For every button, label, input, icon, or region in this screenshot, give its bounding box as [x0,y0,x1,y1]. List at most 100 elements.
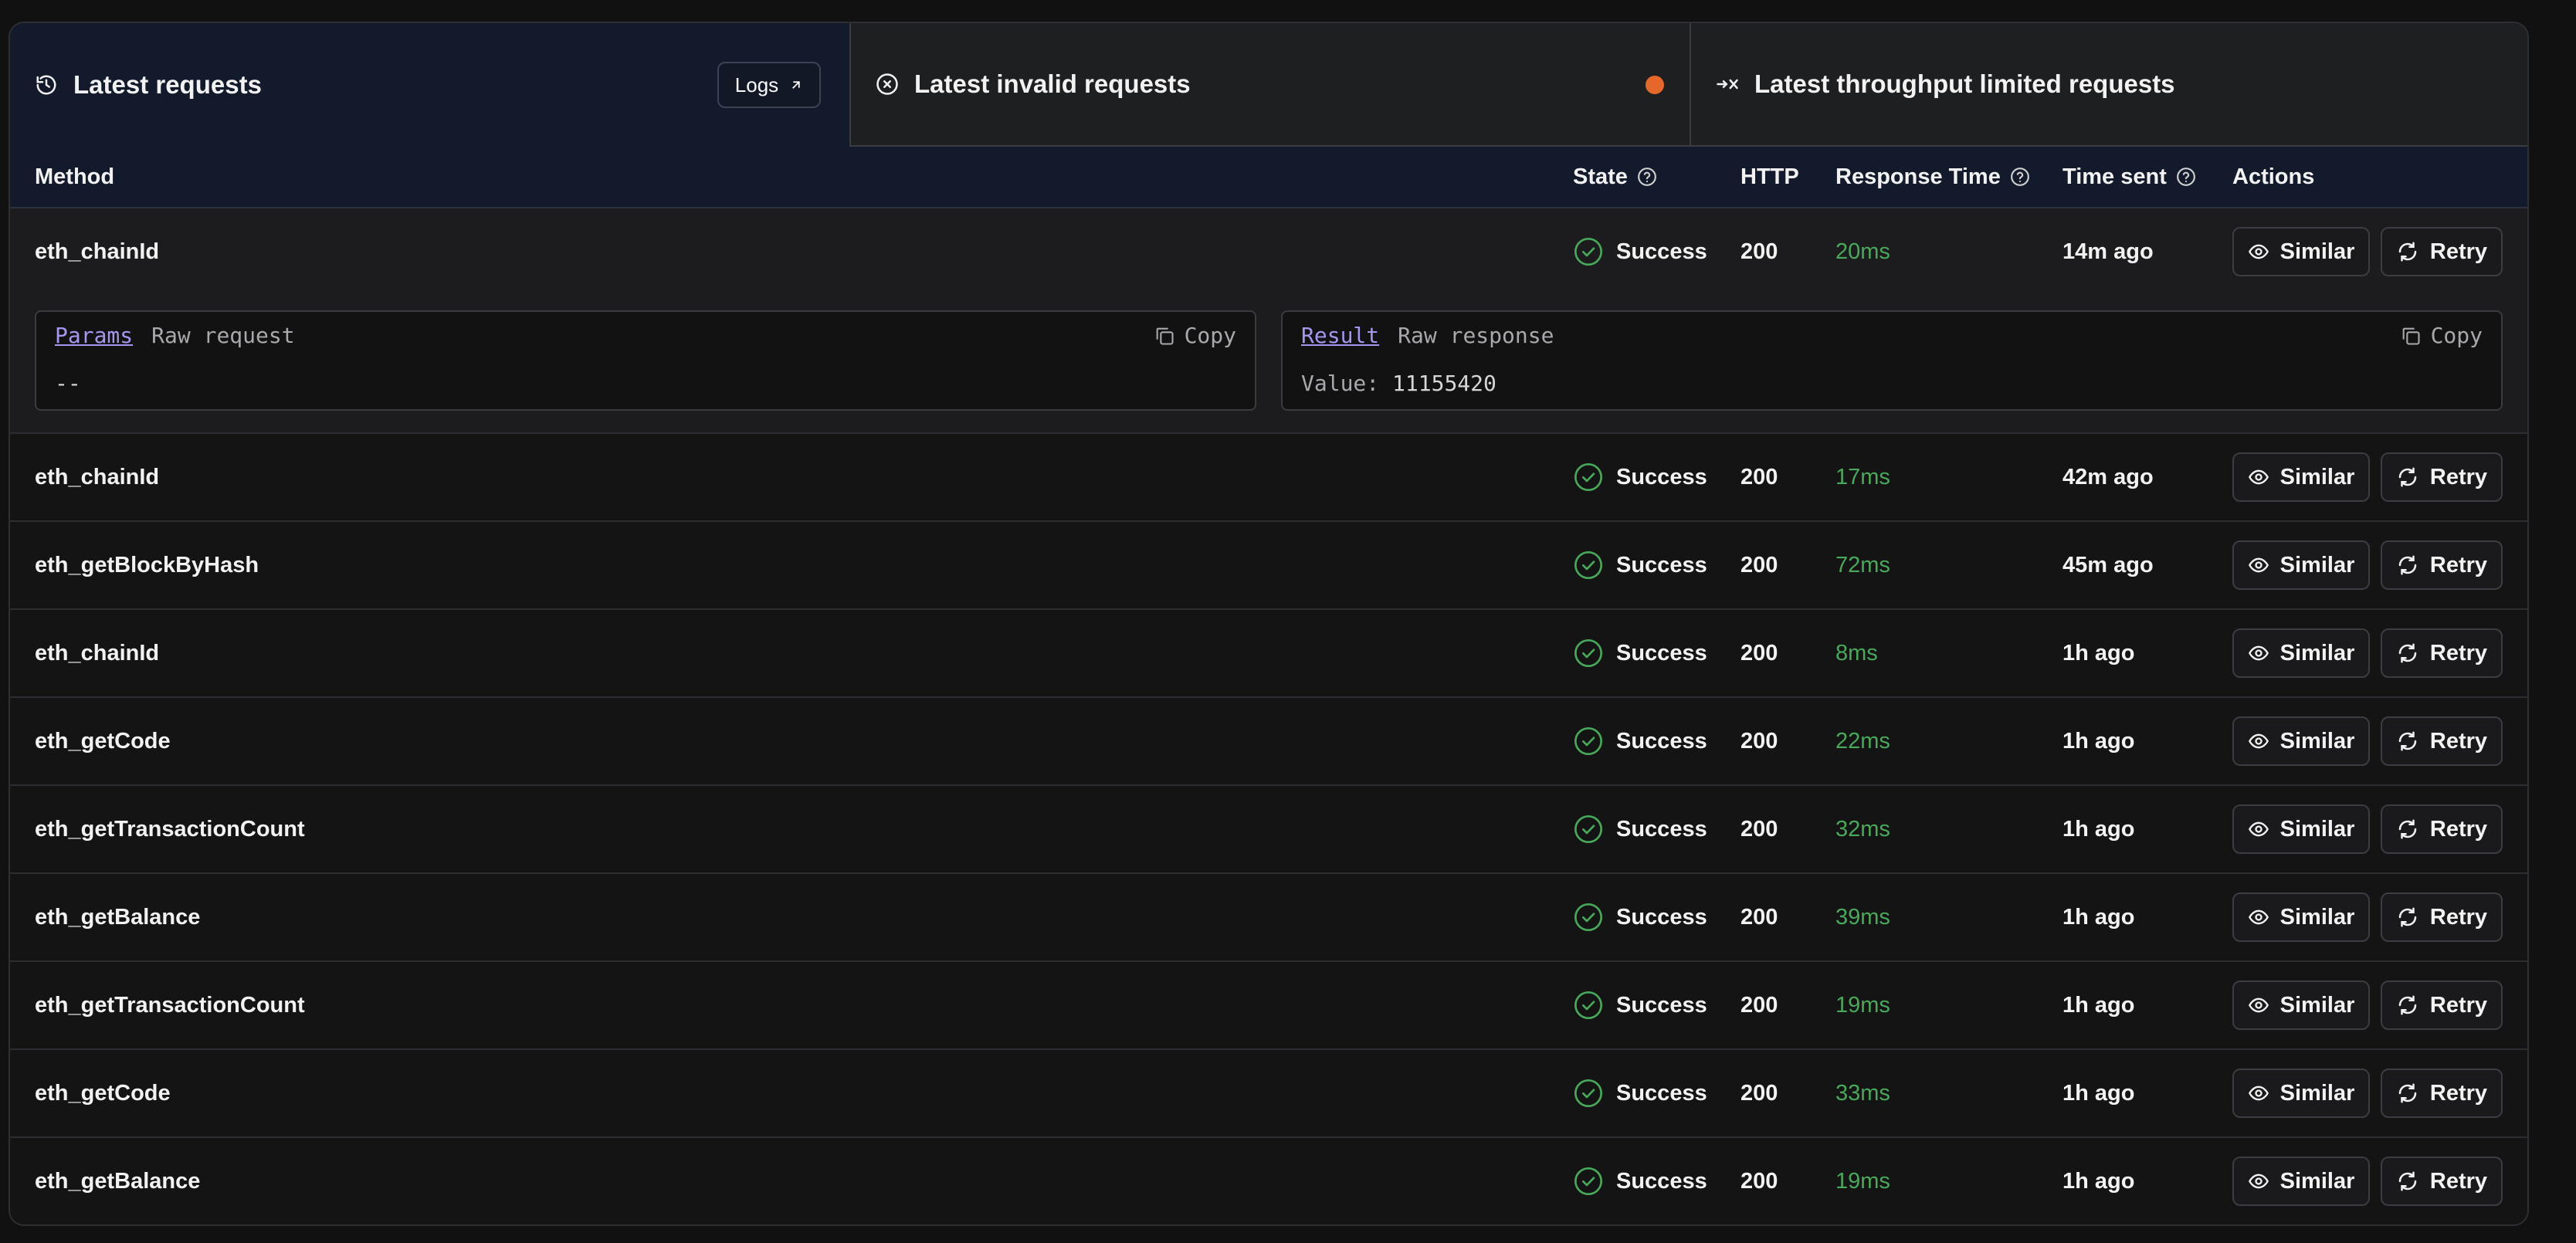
refresh-icon [2396,642,2419,665]
method-cell: eth_getBlockByHash [35,552,259,577]
refresh-icon [2396,730,2419,753]
table-row[interactable]: eth_chainId Success 200 8ms 1h ago Similar Ret… [10,610,2527,698]
time-sent-cell: 1h ago [2062,992,2135,1018]
state-label: Success [1616,239,1707,264]
state-cell: Success [1573,1050,1707,1136]
similar-button[interactable]: Similar [2232,227,2370,276]
request-detail-tabs: Params Raw request [55,323,295,348]
retry-button[interactable]: Retry [2381,1069,2503,1118]
method-cell: eth_getTransactionCount [35,992,305,1018]
similar-button-label: Similar [2279,552,2355,577]
copy-request-button[interactable]: Copy [1154,323,1236,348]
logs-button[interactable]: Logs [717,62,821,108]
retry-button[interactable]: Retry [2381,804,2503,854]
http-status-cell: 200 [1740,904,1778,930]
similar-button[interactable]: Similar [2232,452,2370,502]
similar-button[interactable]: Similar [2232,628,2370,678]
refresh-icon [2396,1082,2419,1105]
eye-icon [2248,1082,2269,1104]
retry-button-label: Retry [2429,816,2488,842]
response-result-value: Value: 11155420 [1301,371,1496,396]
requests-panel: Latest requests Logs Latest invalid requ… [8,22,2529,1226]
external-arrow-icon [789,73,803,97]
result-tab[interactable]: Result [1301,323,1379,348]
state-cell: Success [1573,522,1707,608]
similar-button-label: Similar [2279,464,2355,489]
check-circle-icon [1573,902,1604,933]
tab-latest-requests[interactable]: Latest requests Logs [10,23,849,147]
method-cell: eth_chainId [35,464,160,489]
similar-button[interactable]: Similar [2232,716,2370,766]
table-row[interactable]: eth_chainId Success 200 17ms 42m ago Similar R… [10,434,2527,522]
retry-button[interactable]: Retry [2381,540,2503,590]
retry-button[interactable]: Retry [2381,981,2503,1030]
table-row[interactable]: eth_getTransactionCount Success 200 32ms 1h … [10,786,2527,874]
similar-button[interactable]: Similar [2232,892,2370,942]
help-icon[interactable] [1637,167,1657,187]
table-row[interactable]: eth_getBalance Success 200 19ms 1h ago Simila… [10,1138,2527,1224]
state-label: Success [1616,464,1707,489]
refresh-icon [2396,1170,2419,1193]
method-cell: eth_getCode [35,1080,171,1106]
http-status-cell: 200 [1740,992,1778,1018]
time-sent-cell: 1h ago [2062,816,2135,842]
eye-icon [2248,818,2269,840]
similar-button[interactable]: Similar [2232,1069,2370,1118]
retry-button[interactable]: Retry [2381,628,2503,678]
retry-button-label: Retry [2429,1168,2488,1194]
table-row[interactable]: eth_getCode Success 200 33ms 1h ago Similar Re… [10,1050,2527,1138]
copy-response-button[interactable]: Copy [2400,323,2483,348]
retry-button-label: Retry [2429,992,2488,1018]
tab-latest-invalid-requests[interactable]: Latest invalid requests [849,23,1690,147]
similar-button[interactable]: Similar [2232,981,2370,1030]
state-label: Success [1616,1168,1707,1194]
tab-latest-throughput-limited-requests[interactable]: Latest throughput limited requests [1690,23,2527,147]
retry-button[interactable]: Retry [2381,716,2503,766]
table-row[interactable]: eth_getBlockByHash Success 200 72ms 45m ago S… [10,522,2527,610]
params-tab[interactable]: Params [55,323,133,348]
check-circle-icon [1573,462,1604,493]
table-row[interactable]: eth_getTransactionCount Success 200 19ms 1h … [10,962,2527,1050]
state-cell: Success [1573,610,1707,696]
table-row[interactable]: eth_getCode Success 200 22ms 1h ago Similar Re… [10,698,2527,786]
similar-button-label: Similar [2279,992,2355,1018]
throughput-limit-icon [1716,73,1739,96]
copy-icon [2400,325,2422,347]
similar-button[interactable]: Similar [2232,804,2370,854]
similar-button[interactable]: Similar [2232,540,2370,590]
table-header: Method State HTTP Response Time Time sen… [10,147,2527,208]
check-circle-icon [1573,1078,1604,1109]
raw-request-tab[interactable]: Raw request [151,323,294,348]
state-label: Success [1616,552,1707,577]
http-status-cell: 200 [1740,552,1778,577]
retry-button[interactable]: Retry [2381,892,2503,942]
state-cell: Success [1573,208,1707,295]
raw-response-tab[interactable]: Raw response [1398,323,1554,348]
http-status-cell: 200 [1740,640,1778,666]
refresh-icon [2396,554,2419,577]
help-icon[interactable] [2176,167,2196,187]
check-circle-icon [1573,1166,1604,1197]
http-status-cell: 200 [1740,1168,1778,1194]
table-row[interactable]: eth_getBalance Success 200 39ms 1h ago Simila… [10,874,2527,962]
retry-button[interactable]: Retry [2381,1157,2503,1206]
state-cell: Success [1573,786,1707,872]
method-cell: eth_getBalance [35,1168,201,1194]
retry-button[interactable]: Retry [2381,452,2503,502]
method-cell: eth_chainId [35,239,160,264]
column-response-time: Response Time [1835,147,2030,207]
similar-button[interactable]: Similar [2232,1157,2370,1206]
state-cell: Success [1573,1138,1707,1224]
similar-button-label: Similar [2279,904,2355,930]
response-time-cell: 19ms [1835,1168,1890,1194]
help-icon[interactable] [2010,167,2030,187]
retry-button[interactable]: Retry [2381,227,2503,276]
retry-button-label: Retry [2429,552,2488,577]
response-time-cell: 39ms [1835,904,1890,930]
time-sent-cell: 14m ago [2062,239,2154,264]
retry-button-label: Retry [2429,1080,2488,1106]
response-time-cell: 19ms [1835,992,1890,1018]
eye-icon [2248,994,2269,1016]
similar-button-label: Similar [2279,816,2355,842]
time-sent-cell: 42m ago [2062,464,2154,489]
